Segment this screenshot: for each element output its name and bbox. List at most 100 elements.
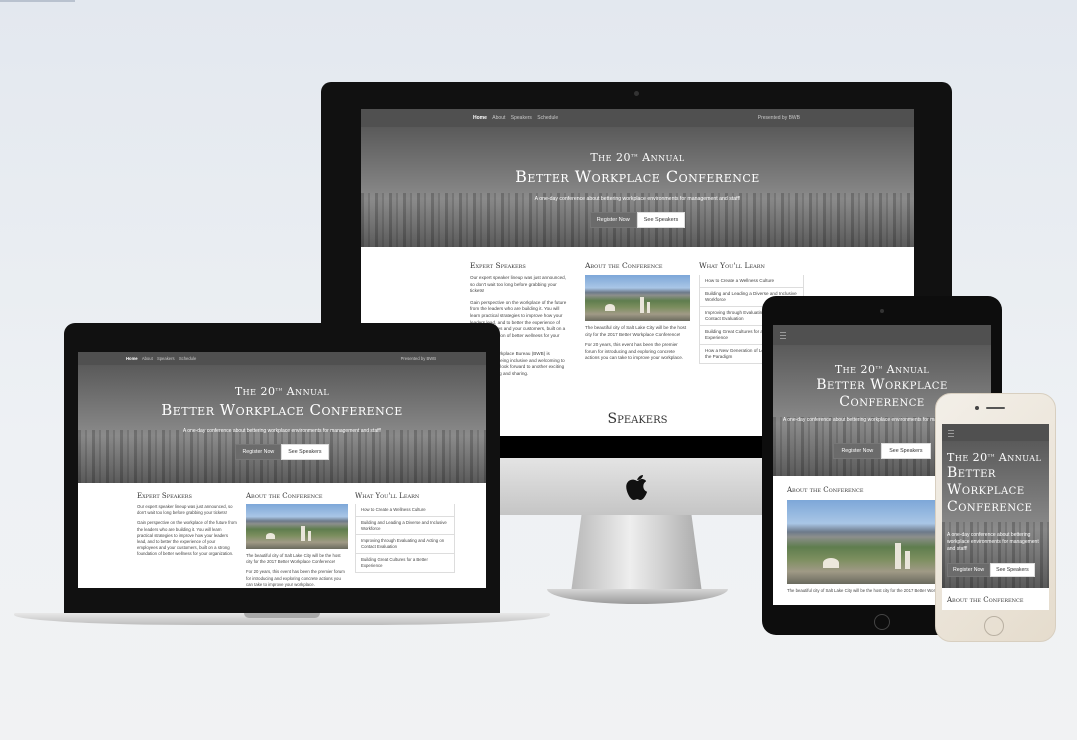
hero-subtitle-pre: The 20 [234,385,276,398]
see-speakers-button[interactable]: See Speakers [636,212,686,228]
nav-presented-by[interactable]: Presented by BWB [758,109,800,127]
phone-device: The 20th Annual Better Workplace Confere… [935,393,1056,642]
laptop-screen: Home About Speakers Schedule Presented b… [78,352,486,588]
imac-foot [547,589,728,604]
learn-item[interactable]: How to Create a Wellness Culture [355,504,455,517]
hero-subtitle-sup: th [275,385,283,393]
hero-subtitle-sup: th [875,363,883,371]
see-speakers-button[interactable]: See Speakers [990,563,1035,577]
apple-logo-icon [624,472,650,502]
imac-camera [634,91,639,96]
hero-tagline: A one-day conference about bettering wor… [182,428,382,434]
hero-tagline: A one-day conference about bettering wor… [947,532,1039,552]
salt-lake-city-photo [246,504,348,549]
learn-heading: What You'll Learn [699,261,765,270]
laptop-notch [244,613,320,618]
about-column: About the Conference The beautiful city … [585,261,690,362]
hero-title-line2: Workplace [947,482,1025,498]
nav-speakers-link[interactable]: Speakers [157,352,175,365]
speakers-p1: Our expert speaker lineup was just annou… [470,275,567,294]
photo-building [905,550,910,569]
nav-home-link[interactable]: Home [473,109,487,127]
hero-subtitle-pre: The 20 [834,363,876,376]
photo-building [640,296,644,313]
hero-tagline: A one-day conference about bettering wor… [534,196,741,202]
phone-front-camera [975,406,979,410]
about-heading: About the Conference [947,596,1024,604]
learn-item[interactable]: How to Create a Wellness Culture [699,275,804,288]
speakers-heading: Expert Speakers [137,492,192,500]
top-tab-indicator [0,0,75,2]
hero-title-line1: Better [947,465,996,481]
speakers-heading: Expert Speakers [470,261,526,270]
photo-capitol-dome [266,533,275,539]
about-column: About the Conference The beautiful city … [246,492,348,588]
tablet-navbar [773,325,991,345]
hero-subtitle: The 20th Annual [361,151,914,164]
register-now-button[interactable]: Register Now [947,563,991,577]
photo-capitol-dome [823,558,839,568]
hero-subtitle-post: Annual [282,385,330,398]
register-now-button[interactable]: Register Now [589,212,637,228]
speakers-p1: Our expert speaker lineup was just annou… [137,504,233,516]
nav-schedule-link[interactable]: Schedule [179,352,196,365]
learn-item[interactable]: Improving through Evaluating and Acting … [355,535,455,554]
phone-screen: The 20th Annual Better Workplace Confere… [942,424,1049,610]
photo-building [301,525,305,541]
hero-title: Better Workplace Conference [947,465,1049,516]
hero-subtitle-post: Annual [638,151,685,164]
phone-hero: The 20th Annual Better Workplace Confere… [942,441,1049,588]
hero-subtitle-pre: The 20 [590,151,631,164]
hero-subtitle: The 20th Annual [773,363,991,376]
imac-stand [571,515,702,593]
laptop-navbar: Home About Speakers Schedule Presented b… [78,352,486,365]
nav-presented-by[interactable]: Presented by BWB [401,352,436,365]
imac-hero: The 20th Annual Better Workplace Confere… [361,127,914,247]
nav-speakers-link[interactable]: Speakers [511,109,532,127]
about-heading: About the Conference [246,492,323,500]
register-now-button[interactable]: Register Now [833,443,882,459]
nav-home-link[interactable]: Home [126,352,138,365]
hero-subtitle: The 20th Annual [78,385,486,398]
nav-schedule-link[interactable]: Schedule [537,109,558,127]
laptop-device: Home About Speakers Schedule Presented b… [14,323,550,633]
learn-column: What You'll Learn How to Create a Wellne… [355,492,455,573]
register-now-button[interactable]: Register Now [235,444,282,460]
phone-speaker [986,407,1005,409]
laptop-hero: The 20th Annual Better Workplace Confere… [78,365,486,483]
hero-subtitle: The 20th Annual [947,451,1049,464]
about-heading: About the Conference [585,261,663,270]
learn-heading: What You'll Learn [355,492,420,500]
tablet-camera [880,309,884,313]
see-speakers-button[interactable]: See Speakers [281,444,329,460]
hero-subtitle-pre: The 20 [947,451,988,464]
imac-navbar: Home About Speakers Schedule Presented b… [361,109,914,127]
tablet-home-button[interactable] [874,614,890,630]
speakers-column: Expert Speakers Our expert speaker lineu… [137,492,237,558]
photo-building [895,542,901,569]
nav-about-link[interactable]: About [492,109,505,127]
see-speakers-button[interactable]: See Speakers [881,443,931,459]
about-p2: For 20 years, this event has been the pr… [585,342,684,361]
learn-item[interactable]: Building Great Cultures for a Better Exp… [355,553,455,573]
hero-subtitle-sup: th [987,451,995,459]
hero-title: Better Workplace Conference [515,167,760,186]
photo-building [308,530,311,541]
about-p1: The beautiful city of Salt Lake City wil… [585,325,687,337]
hero-buttons: Register Now See Speakers [78,444,486,460]
nav-about-link[interactable]: About [142,352,153,365]
about-column: About the Conference [947,596,1047,604]
phone-navbar [942,424,1049,441]
hero-buttons: Register Now See Speakers [947,563,1049,577]
photo-capitol-dome [605,304,615,311]
phone-home-button[interactable] [984,616,1004,636]
hero-title: Better Workplace Conference [161,401,403,419]
photo-building [647,301,650,313]
hero-title-line3: Conference [947,499,1033,515]
hamburger-menu-icon[interactable] [948,430,954,437]
hero-buttons: Register Now See Speakers [361,212,914,228]
salt-lake-city-photo [585,275,690,321]
hamburger-menu-icon[interactable] [780,332,786,339]
hero-subtitle-post: Annual [882,363,930,376]
learn-item[interactable]: Building and Leading a Diverse and Inclu… [355,516,455,536]
